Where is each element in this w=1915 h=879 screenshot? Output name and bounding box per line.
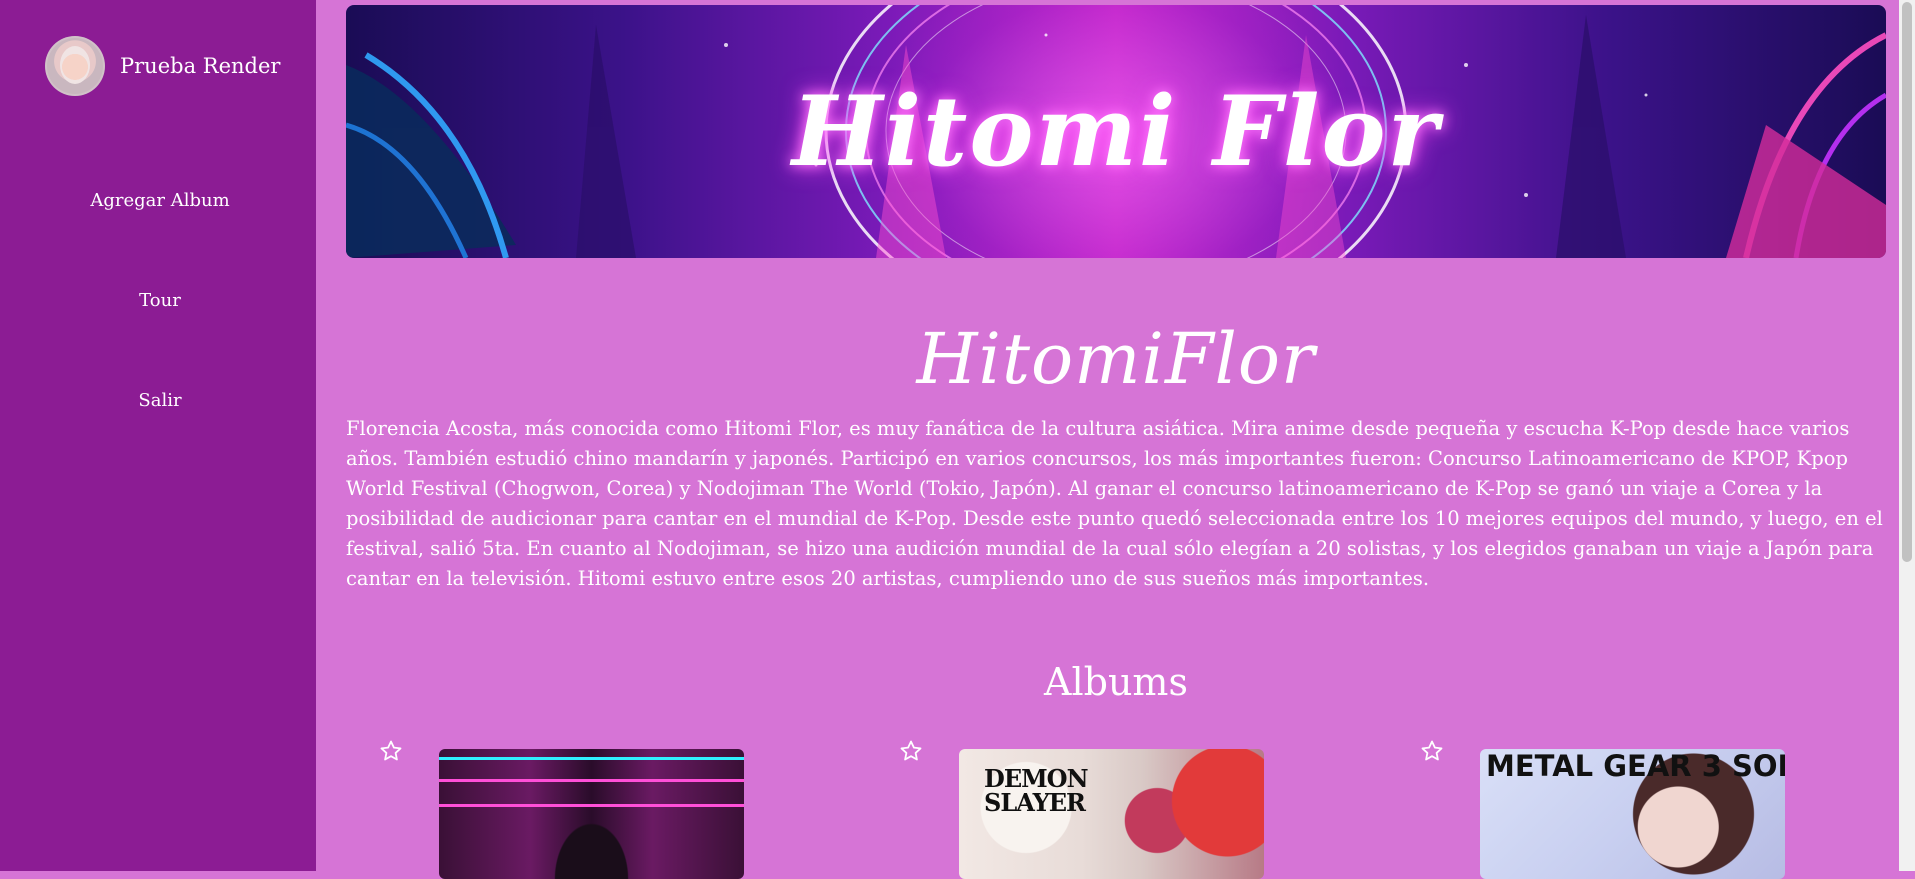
sidebar: Prueba Render Agregar Album Tour Salir xyxy=(0,0,316,871)
album-cover[interactable]: DEMON SLAYER xyxy=(959,749,1264,879)
page-scrollbar[interactable] xyxy=(1899,0,1915,871)
nav-item-salir[interactable]: Salir xyxy=(0,390,320,411)
artist-banner: Hitomi Flor xyxy=(346,5,1886,258)
profile-name: Prueba Render xyxy=(120,54,281,78)
main-content: Hitomi Flor HitomiFlor Florencia Acosta,… xyxy=(316,0,1915,879)
album-card[interactable]: METAL GEAR 3 SOLID xyxy=(1420,734,1790,879)
star-outline-icon[interactable] xyxy=(379,739,403,763)
album-cover-text: METAL GEAR 3 SOLID xyxy=(1486,749,1785,783)
album-cover-text: DEMON SLAYER xyxy=(984,764,1089,817)
star-outline-icon[interactable] xyxy=(899,739,923,763)
avatar[interactable] xyxy=(45,36,105,96)
nav-item-tour[interactable]: Tour xyxy=(0,290,320,311)
album-cover[interactable] xyxy=(439,749,744,879)
albums-heading: Albums xyxy=(1044,660,1188,704)
album-cover[interactable]: METAL GEAR 3 SOLID xyxy=(1480,749,1785,879)
hitomi-flor-logo: Hitomi Flor xyxy=(791,75,1441,188)
album-card[interactable]: DEMON SLAYER xyxy=(899,734,1269,879)
scrollbar-thumb[interactable] xyxy=(1902,2,1912,562)
nav-item-agregar-album[interactable]: Agregar Album xyxy=(0,190,320,211)
artist-bio: Florencia Acosta, más conocida como Hito… xyxy=(346,417,1883,590)
album-card[interactable] xyxy=(379,734,749,879)
artist-name: HitomiFlor xyxy=(916,318,1316,400)
star-outline-icon[interactable] xyxy=(1420,739,1444,763)
profile[interactable]: Prueba Render xyxy=(45,36,280,96)
